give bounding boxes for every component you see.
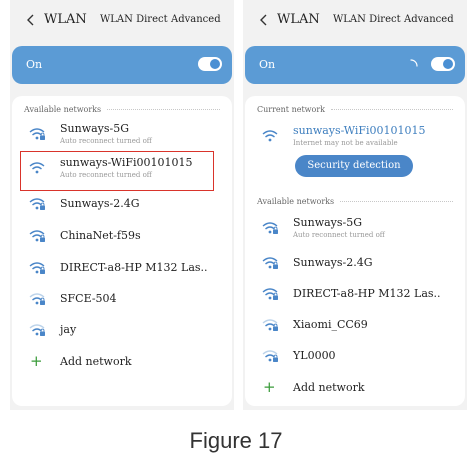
- wlan-direct-link[interactable]: WLAN Direct: [333, 14, 401, 25]
- available-networks-label: Available networks: [257, 197, 453, 206]
- add-network-button[interactable]: + Add network: [10, 348, 234, 376]
- right-wlan-screen: WLAN WLAN Direct Advanced On Current net…: [243, 0, 467, 410]
- header: WLAN WLAN Direct Advanced: [243, 0, 467, 42]
- current-network-label: Current network: [257, 105, 453, 114]
- network-item[interactable]: sunways-WiFi00101015 Auto reconnect turne…: [10, 154, 234, 182]
- header: WLAN WLAN Direct Advanced: [10, 0, 234, 42]
- page-title: WLAN: [277, 12, 320, 27]
- network-status: Auto reconnect turned off: [60, 171, 152, 179]
- wlan-toggle-bar[interactable]: On: [12, 46, 232, 84]
- switch-knob: [443, 59, 453, 69]
- wifi-lock-icon: [29, 293, 45, 305]
- back-arrow-icon[interactable]: [24, 11, 38, 29]
- add-network-label: Add network: [60, 355, 132, 368]
- wifi-lock-icon: [262, 319, 278, 331]
- network-name: Sunways-2.4G: [60, 197, 140, 210]
- network-item[interactable]: Xiaomi_CC69: [243, 311, 467, 339]
- plus-icon: +: [30, 352, 43, 370]
- toggle-label: On: [26, 58, 43, 71]
- network-status: Auto reconnect turned off: [293, 231, 385, 239]
- network-item[interactable]: Sunways-5G Auto reconnect turned off: [243, 214, 467, 242]
- network-name: Xiaomi_CC69: [293, 318, 368, 331]
- plus-icon: +: [263, 378, 276, 396]
- network-name: DIRECT-a8-HP M132 Las..: [293, 287, 441, 300]
- wifi-lock-icon: [262, 350, 278, 362]
- network-status: Auto reconnect turned off: [60, 137, 152, 145]
- toggle-label: On: [259, 58, 276, 71]
- left-wlan-screen: WLAN WLAN Direct Advanced On Available n…: [10, 0, 234, 410]
- network-name: jay: [60, 323, 77, 336]
- wifi-lock-icon: [29, 324, 45, 336]
- network-item[interactable]: DIRECT-a8-HP M132 Las..: [10, 254, 234, 282]
- network-item[interactable]: SFCE-504: [10, 285, 234, 313]
- network-item[interactable]: Sunways-2.4G: [243, 249, 467, 277]
- network-item[interactable]: Sunways-2.4G: [10, 190, 234, 218]
- wifi-icon: [29, 162, 45, 174]
- wifi-lock-icon: [262, 288, 278, 300]
- wifi-lock-icon: [29, 128, 45, 140]
- network-item[interactable]: ChinaNet-f59s: [10, 222, 234, 250]
- network-item[interactable]: Sunways-5G Auto reconnect turned off: [10, 120, 234, 148]
- current-network-name: sunways-WiFi00101015: [293, 124, 426, 137]
- network-name: SFCE-504: [60, 292, 117, 305]
- advanced-link[interactable]: Advanced: [171, 14, 221, 25]
- current-network-status: Internet may not be available: [293, 139, 398, 147]
- network-name: Sunways-2.4G: [293, 256, 373, 269]
- back-arrow-icon[interactable]: [257, 11, 271, 29]
- add-network-button[interactable]: + Add network: [243, 374, 467, 402]
- page-title: WLAN: [44, 12, 87, 27]
- wlan-switch[interactable]: [431, 57, 455, 71]
- wifi-lock-icon: [262, 257, 278, 269]
- wifi-lock-icon: [29, 198, 45, 210]
- network-item[interactable]: YL0000: [243, 342, 467, 370]
- network-name: sunways-WiFi00101015: [60, 156, 193, 169]
- wifi-lock-icon: [29, 262, 45, 274]
- available-networks-label: Available networks: [24, 105, 220, 114]
- network-name: Sunways-5G: [60, 122, 130, 135]
- wlan-switch[interactable]: [198, 57, 222, 71]
- security-detection-button[interactable]: Security detection: [295, 155, 413, 177]
- network-name: ChinaNet-f59s: [60, 229, 141, 242]
- network-name: YL0000: [293, 349, 336, 362]
- wifi-lock-icon: [29, 230, 45, 242]
- figure-caption: Figure 17: [189, 428, 283, 453]
- wlan-toggle-bar[interactable]: On: [245, 46, 465, 84]
- wifi-lock-icon: [262, 222, 278, 234]
- advanced-link[interactable]: Advanced: [404, 14, 454, 25]
- network-name: DIRECT-a8-HP M132 Las..: [60, 261, 208, 274]
- network-item[interactable]: DIRECT-a8-HP M132 Las..: [243, 280, 467, 308]
- current-network-item[interactable]: sunways-WiFi00101015 Internet may not be…: [243, 122, 467, 150]
- add-network-label: Add network: [293, 381, 365, 394]
- switch-knob: [210, 59, 220, 69]
- wifi-icon: [262, 130, 278, 142]
- network-item[interactable]: jay: [10, 316, 234, 344]
- network-name: Sunways-5G: [293, 216, 363, 229]
- loading-spinner-icon: [410, 59, 418, 67]
- wlan-direct-link[interactable]: WLAN Direct: [100, 14, 168, 25]
